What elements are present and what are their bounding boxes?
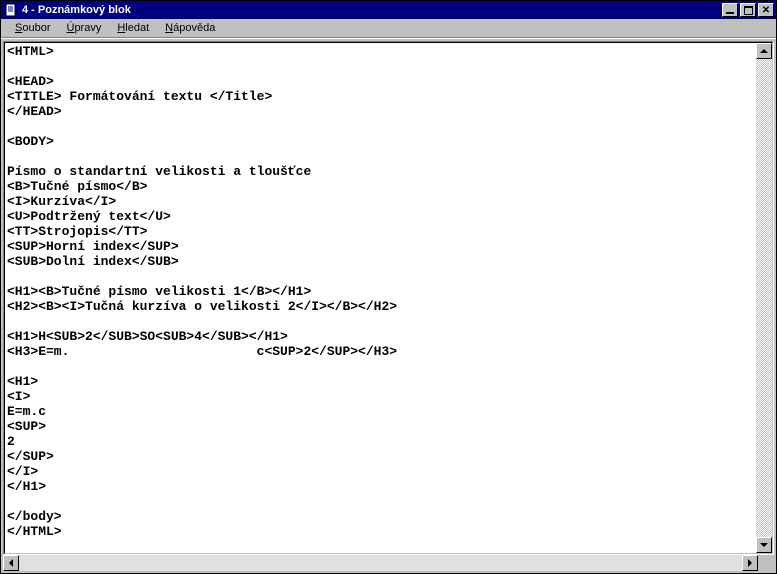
menu-edit[interactable]: Úpravy — [58, 20, 109, 36]
scroll-down-button[interactable] — [756, 537, 772, 553]
menubar: Soubor Úpravy Hledat Nápověda — [1, 19, 776, 38]
close-button[interactable]: ✕ — [758, 3, 774, 17]
arrow-left-icon — [9, 559, 13, 567]
editor-inner: <HTML> <HEAD> <TITLE> Formátování textu … — [4, 42, 773, 554]
menu-help-label: ápověda — [173, 22, 215, 34]
scroll-left-button[interactable] — [3, 555, 19, 571]
client-area: <HTML> <HEAD> <TITLE> Formátování textu … — [1, 38, 776, 573]
arrow-right-icon — [748, 559, 752, 567]
titlebar[interactable]: 4 - Poznámkový blok ✕ — [1, 1, 776, 19]
window-controls: ✕ — [720, 3, 774, 17]
menu-edit-label: pravy — [74, 22, 101, 34]
horizontal-scrollbar[interactable] — [3, 555, 758, 571]
minimize-icon — [726, 12, 734, 14]
scroll-up-button[interactable] — [756, 43, 772, 59]
menu-help[interactable]: Nápověda — [157, 20, 223, 36]
arrow-down-icon — [760, 543, 768, 547]
menu-file-label: oubor — [22, 22, 50, 34]
menu-search-label: ledat — [125, 22, 149, 34]
app-icon — [3, 2, 19, 18]
close-icon: ✕ — [762, 6, 770, 15]
vscroll-track[interactable] — [756, 59, 772, 537]
scroll-right-button[interactable] — [742, 555, 758, 571]
editor-frame: <HTML> <HEAD> <TITLE> Formátování textu … — [3, 41, 774, 555]
scroll-corner — [758, 555, 774, 571]
window-title: 4 - Poznámkový blok — [22, 4, 720, 16]
vertical-scrollbar[interactable] — [756, 43, 772, 553]
text-editor[interactable]: <HTML> <HEAD> <TITLE> Formátování textu … — [5, 43, 756, 553]
menu-file[interactable]: Soubor — [7, 20, 58, 36]
maximize-icon — [744, 6, 753, 15]
maximize-button[interactable] — [740, 3, 756, 17]
hscroll-track[interactable] — [19, 555, 742, 571]
arrow-up-icon — [760, 49, 768, 53]
notepad-window: 4 - Poznámkový blok ✕ Soubor Úpravy Hled… — [0, 0, 777, 574]
minimize-button[interactable] — [722, 3, 738, 17]
menu-search[interactable]: Hledat — [109, 20, 157, 36]
